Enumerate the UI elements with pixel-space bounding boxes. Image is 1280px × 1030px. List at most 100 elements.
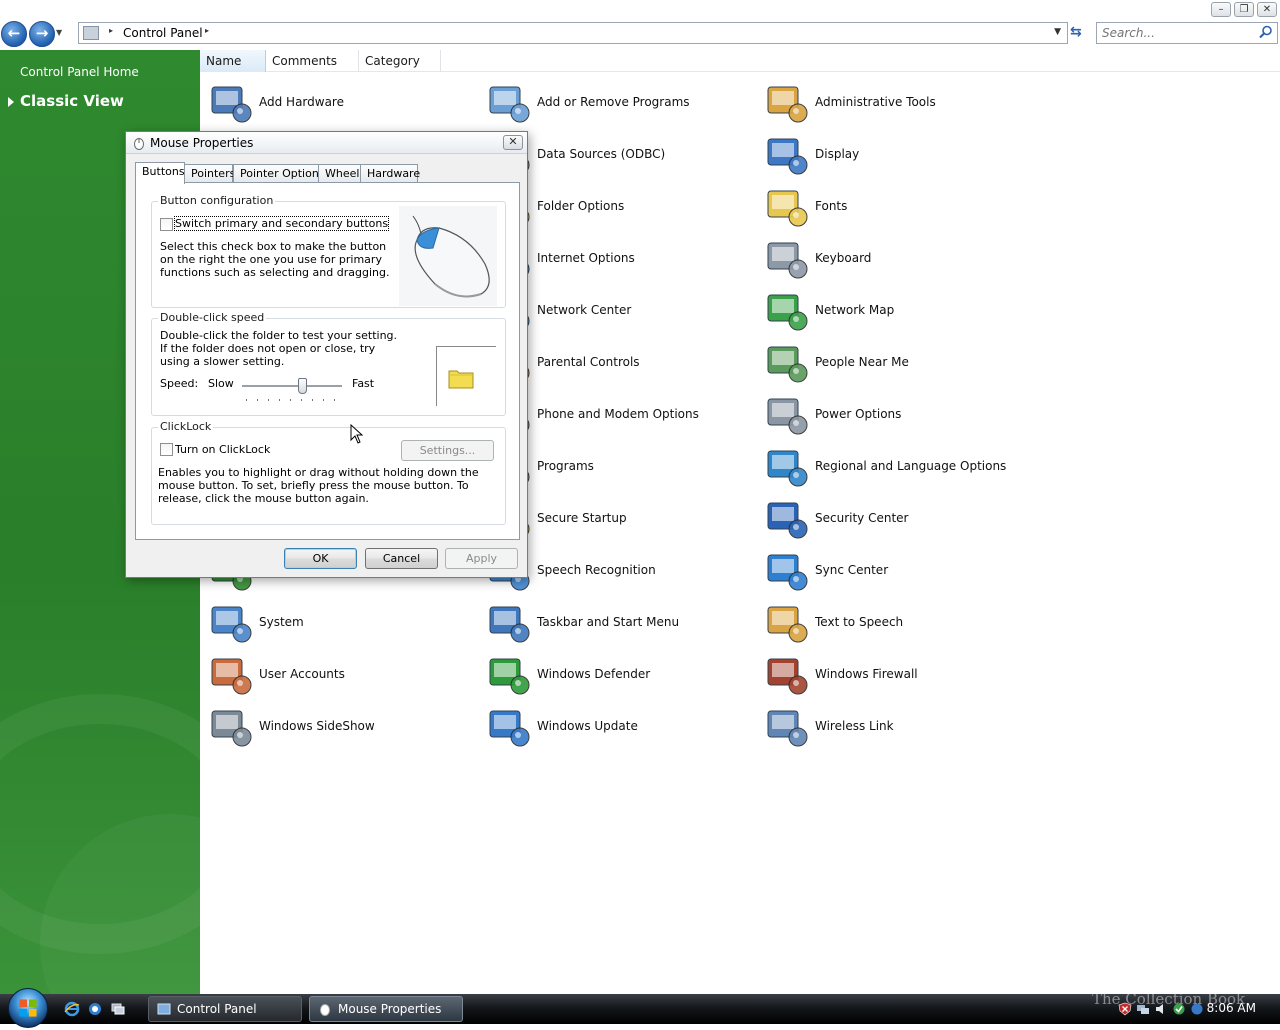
clicklock-settings-button[interactable]: Settings... <box>401 440 494 461</box>
column-header-name[interactable]: Name <box>200 50 266 72</box>
tab-pointer-options[interactable]: Pointer Options <box>233 164 325 183</box>
control-panel-item[interactable]: Windows Update <box>484 701 754 753</box>
taskbar-control-panel-button[interactable]: Control Panel <box>148 996 302 1022</box>
system-icon <box>211 606 252 643</box>
recent-pages-dropdown[interactable]: ▼ <box>56 28 62 37</box>
address-bar: ← → ▼ ▸ Control Panel ▸ ▼ ⇆ <box>0 18 1280 50</box>
address-separator[interactable]: ▸ <box>205 26 209 35</box>
restore-button[interactable]: ❐ <box>1234 2 1254 17</box>
double-click-speed-slider-thumb[interactable] <box>298 378 307 394</box>
tab-pointers[interactable]: Pointers <box>184 164 235 183</box>
control-panel-home-link[interactable]: Control Panel Home <box>20 65 139 79</box>
column-header-category[interactable]: Category <box>359 50 441 72</box>
control-panel-item[interactable]: Windows Defender <box>484 649 754 701</box>
switch-buttons-label[interactable]: Switch primary and secondary buttons <box>173 216 390 231</box>
search-icon[interactable] <box>1259 25 1273 39</box>
switch-windows-icon[interactable] <box>110 1001 126 1017</box>
control-panel-item[interactable]: Fonts <box>762 181 1032 233</box>
switch-buttons-checkbox[interactable] <box>160 218 173 231</box>
triangle-right-icon <box>8 96 14 107</box>
clicklock-label[interactable]: Turn on ClickLock <box>175 443 270 456</box>
control-panel-item-label: Data Sources (ODBC) <box>537 147 666 161</box>
control-panel-item[interactable]: User Accounts <box>206 649 476 701</box>
control-panel-item[interactable]: Add or Remove Programs <box>484 77 754 129</box>
tab-wheel[interactable]: Wheel <box>318 164 361 183</box>
minimize-button[interactable]: – <box>1211 2 1231 17</box>
control-panel-icon <box>157 1003 171 1015</box>
fonts-folder-icon <box>767 190 808 227</box>
windows-logo-icon <box>19 999 37 1017</box>
test-folder-area[interactable] <box>436 346 496 406</box>
control-panel-item-label: Keyboard <box>815 251 872 265</box>
control-panel-item[interactable]: System <box>206 597 476 649</box>
control-panel-item[interactable]: Keyboard <box>762 233 1032 285</box>
admin-tools-icon <box>767 86 808 123</box>
control-panel-item[interactable]: Network Map <box>762 285 1032 337</box>
start-button[interactable] <box>8 988 48 1028</box>
double-click-description: Double-click the folder to test your set… <box>160 329 398 368</box>
mouse-icon <box>134 138 144 150</box>
search-box[interactable] <box>1096 22 1278 44</box>
dialog-titlebar[interactable]: Mouse Properties ✕ <box>126 132 527 154</box>
search-input[interactable] <box>1100 25 1250 41</box>
text-to-speech-icon <box>767 606 808 643</box>
taskbar-button-label: Control Panel <box>177 1002 257 1016</box>
control-panel-item-label: Windows Defender <box>537 667 651 681</box>
control-panel-item[interactable]: Add Hardware <box>206 77 476 129</box>
test-folder-icon[interactable] <box>448 367 474 389</box>
address-dropdown[interactable]: ▼ <box>1054 27 1061 37</box>
cancel-button[interactable]: Cancel <box>365 548 438 569</box>
control-panel-item[interactable]: Administrative Tools <box>762 77 1032 129</box>
control-panel-item-label: Wireless Link <box>815 719 894 733</box>
close-button[interactable]: ✕ <box>1257 2 1277 17</box>
column-header-comments[interactable]: Comments <box>266 50 359 72</box>
sideshow-icon <box>211 710 252 747</box>
hardware-icon <box>211 86 252 123</box>
control-panel-item-label: Sync Center <box>815 563 889 577</box>
control-panel-item-label: User Accounts <box>259 667 345 681</box>
control-panel-item-label: Internet Options <box>537 251 635 265</box>
internet-explorer-alt-icon[interactable] <box>87 1001 103 1017</box>
taskbar-mouse-properties-button[interactable]: Mouse Properties <box>309 996 463 1022</box>
forward-button[interactable]: → <box>29 21 55 47</box>
refresh-button[interactable]: ⇆ <box>1070 24 1082 40</box>
control-panel-item[interactable]: Taskbar and Start Menu <box>484 597 754 649</box>
clicklock-checkbox[interactable] <box>160 443 173 456</box>
control-panel-item[interactable]: Text to Speech <box>762 597 1032 649</box>
slow-label: Slow <box>208 377 234 390</box>
control-panel-item[interactable]: Wireless Link <box>762 701 1032 753</box>
ok-button[interactable]: OK <box>284 548 357 569</box>
button-configuration-group: Button configuration Switch primary and … <box>151 194 506 308</box>
column-headers: Name Comments Category <box>200 50 1280 72</box>
control-panel-item-label: Add Hardware <box>259 95 344 109</box>
control-panel-item-label: People Near Me <box>815 355 909 369</box>
control-panel-item[interactable]: Display <box>762 129 1032 181</box>
back-button[interactable]: ← <box>1 21 27 47</box>
taskbar: Control Panel Mouse Properties 8:06 AM <box>0 988 1280 1028</box>
people-icon <box>767 346 808 383</box>
control-panel-item[interactable]: Windows Firewall <box>762 649 1032 701</box>
control-panel-item-label: System <box>259 615 304 629</box>
control-panel-item[interactable]: Regional and Language Options <box>762 441 1032 493</box>
address-box[interactable]: ▸ Control Panel ▸ ▼ <box>78 22 1068 44</box>
tab-buttons[interactable]: Buttons <box>135 162 185 184</box>
double-click-speed-slider-track[interactable] <box>242 385 342 387</box>
control-panel-item[interactable]: Windows SideShow <box>206 701 476 753</box>
control-panel-item-label: Folder Options <box>537 199 625 213</box>
address-separator[interactable]: ▸ <box>109 26 113 35</box>
control-panel-item[interactable]: Power Options <box>762 389 1032 441</box>
control-panel-item-label: Power Options <box>815 407 902 421</box>
double-click-speed-group: Double-click speed Double-click the fold… <box>151 311 506 416</box>
control-panel-item[interactable]: People Near Me <box>762 337 1032 389</box>
address-path[interactable]: Control Panel <box>123 26 203 40</box>
apply-button[interactable]: Apply <box>445 548 518 569</box>
control-panel-item[interactable]: Sync Center <box>762 545 1032 597</box>
control-panel-item-label: Programs <box>537 459 594 473</box>
dialog-close-button[interactable]: ✕ <box>503 135 523 150</box>
control-panel-item[interactable]: Security Center <box>762 493 1032 545</box>
classic-view-link[interactable]: Classic View <box>8 92 124 110</box>
button-configuration-description: Select this check box to make the button… <box>160 240 390 279</box>
internet-explorer-icon[interactable] <box>64 1001 80 1017</box>
tab-hardware[interactable]: Hardware <box>360 164 420 183</box>
control-panel-item-label: Windows Update <box>537 719 638 733</box>
